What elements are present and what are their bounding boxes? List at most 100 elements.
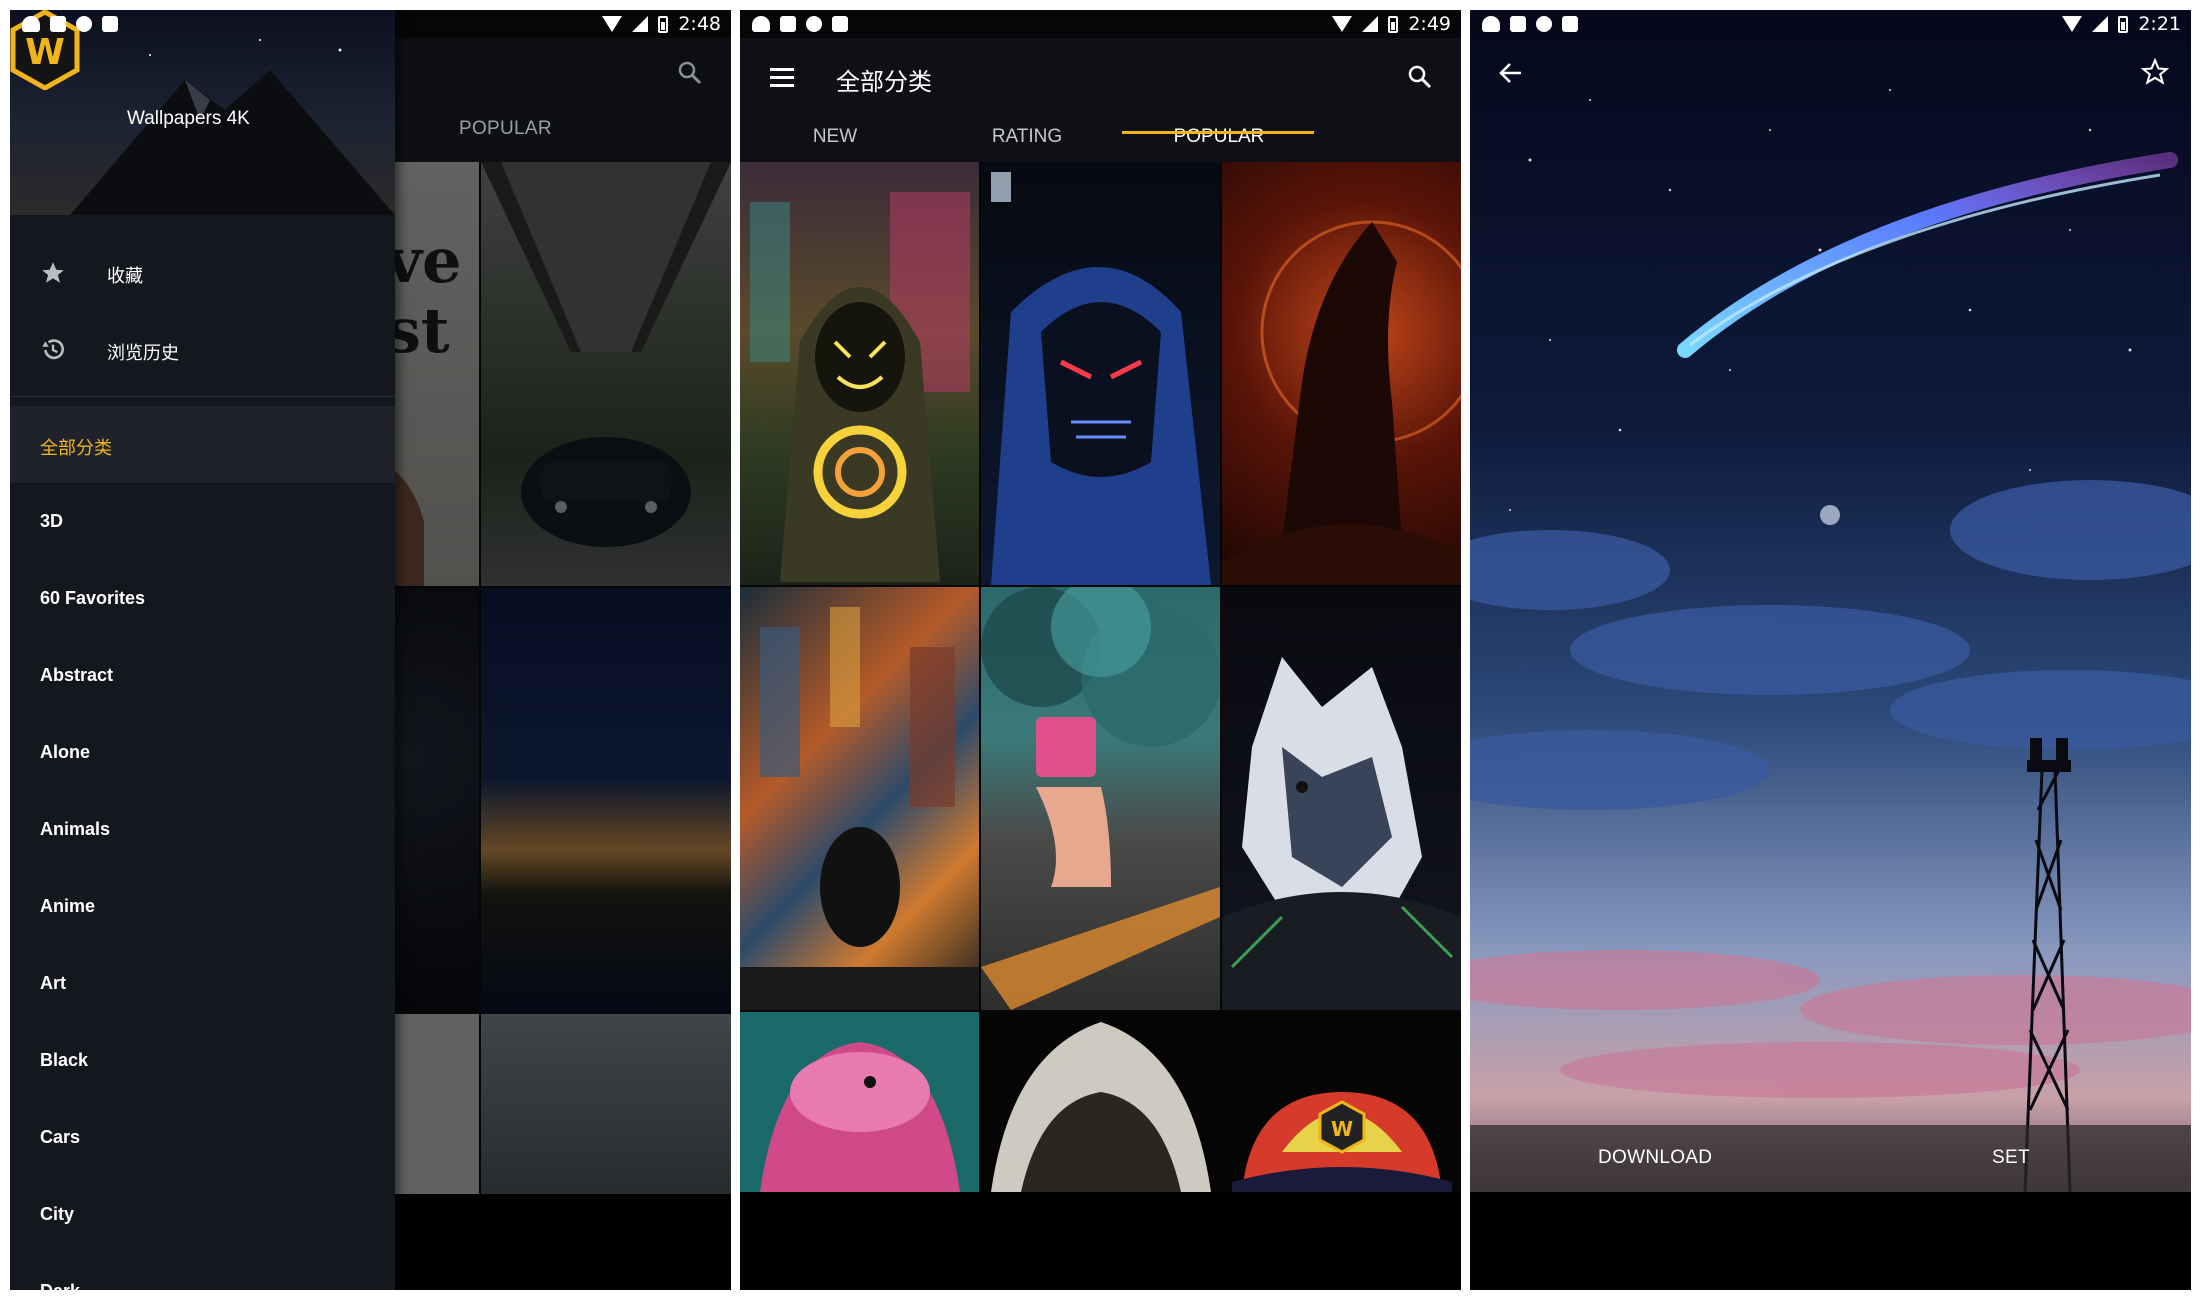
menu-item-label: 收藏 (107, 266, 143, 287)
phone-drawer-screen: 2:48 POPULAR ve st (10, 10, 731, 1290)
wallpaper-tile[interactable] (981, 1012, 1220, 1192)
wallpaper-grid: W (740, 162, 1461, 1192)
category-art[interactable]: Art (10, 945, 395, 1022)
app-bar: 全部分类 NEW RATING POPULAR (740, 38, 1461, 162)
category-3d[interactable]: 3D (10, 483, 395, 560)
battery-icon (658, 15, 669, 33)
menu-item-favorites[interactable]: 收藏 (10, 234, 395, 311)
category-abstract[interactable]: Abstract (10, 637, 395, 714)
status-bar: 2:48 (10, 10, 731, 38)
phone-grid-screen: 2:49 全部分类 NEW RATING POPULAR W (740, 10, 1461, 1290)
svg-text:W: W (25, 32, 65, 73)
wallpaper-tile[interactable] (981, 162, 1220, 585)
category-label: Alone (40, 742, 91, 762)
star-icon (42, 262, 64, 283)
download-icon (1562, 16, 1578, 32)
category-dark[interactable]: Dark (10, 1253, 395, 1290)
action-bar: DOWNLOAD SET (1470, 1125, 2191, 1192)
lake-wallpaper-tile[interactable] (481, 588, 731, 1012)
phone-detail-screen: 2:21 DOWNLOAD SET (1470, 10, 2191, 1290)
menu-item-history[interactable]: 浏览历史 (10, 311, 395, 388)
search-icon[interactable] (677, 60, 703, 86)
category-all[interactable]: 全部分类 (10, 406, 395, 483)
image-icon (50, 16, 66, 32)
image-icon (780, 16, 796, 32)
category-label: Abstract (40, 665, 114, 685)
drawer-divider (10, 396, 395, 397)
category-label: Cars (40, 1127, 81, 1147)
battery-icon (1388, 15, 1399, 33)
wallpaper-tile[interactable] (1222, 162, 1461, 585)
wallpaper-tile[interactable] (740, 162, 979, 585)
navigation-drawer: W Wallpapers 4K 收藏 浏览历史 全部分类 3D 60 Favor… (10, 10, 395, 1290)
status-time: 2:49 (1408, 13, 1451, 35)
android-icon (752, 16, 770, 32)
category-label: 全部分类 (40, 438, 112, 459)
category-label: Art (40, 973, 66, 993)
category-label: Dark (40, 1281, 80, 1290)
wallpaper-tile[interactable] (981, 587, 1220, 1010)
category-label: 60 Favorites (40, 588, 146, 608)
status-time: 2:48 (678, 13, 721, 35)
category-60-favorites[interactable]: 60 Favorites (10, 560, 395, 637)
tab-indicator (1122, 131, 1314, 134)
tab-new[interactable]: NEW (740, 118, 930, 162)
notification-icon (1536, 16, 1552, 32)
wallpaper-tile[interactable]: W (1222, 1012, 1461, 1192)
category-label: Anime (40, 896, 96, 916)
category-black[interactable]: Black (10, 1022, 395, 1099)
app-title: Wallpapers 4K (127, 108, 250, 129)
stars-wallpaper-tile[interactable] (384, 588, 479, 1012)
status-bar: 2:21 (1470, 10, 2191, 38)
bike-wallpaper-tile[interactable] (384, 1014, 479, 1194)
favorite-star-icon[interactable] (2141, 58, 2169, 86)
search-icon[interactable] (1407, 64, 1433, 90)
wifi-icon (2062, 16, 2083, 32)
category-label: City (40, 1204, 75, 1224)
tab-bar: NEW RATING POPULAR (740, 118, 1461, 162)
menu-icon[interactable] (770, 68, 794, 88)
back-arrow-icon[interactable] (1498, 60, 1524, 86)
behind-appbar: POPULAR (384, 38, 731, 162)
category-alone[interactable]: Alone (10, 714, 395, 791)
wifi-icon (1332, 16, 1353, 32)
notification-icon (76, 16, 92, 32)
category-anime[interactable]: Anime (10, 868, 395, 945)
signal-icon (632, 16, 649, 32)
wallpaper-tile[interactable] (740, 1012, 979, 1192)
download-button[interactable]: DOWNLOAD (1598, 1147, 1712, 1169)
signal-icon (2092, 16, 2109, 32)
tab-rating[interactable]: RATING (932, 118, 1122, 162)
category-cars[interactable]: Cars (10, 1099, 395, 1176)
menu-item-label: 浏览历史 (107, 343, 179, 364)
signal-icon (1362, 16, 1379, 32)
car-wallpaper-tile[interactable] (481, 162, 731, 586)
background-grid: POPULAR ve st (384, 38, 731, 1290)
android-icon (22, 16, 40, 32)
category-animals[interactable]: Animals (10, 791, 395, 868)
screen-title: 全部分类 (836, 68, 932, 96)
image-icon (1510, 16, 1526, 32)
svg-text:W: W (1331, 1117, 1353, 1141)
empty-area (1470, 1192, 2191, 1290)
category-label: Black (40, 1050, 89, 1070)
drawer-header: W Wallpapers 4K (10, 10, 395, 215)
sky-wallpaper-tile[interactable] (481, 1014, 731, 1194)
wallpaper-tile[interactable] (1222, 587, 1461, 1010)
empty-area (384, 1194, 731, 1290)
category-label: Animals (40, 819, 111, 839)
category-label: 3D (40, 511, 64, 531)
empty-area (740, 1192, 1461, 1290)
tab-popular[interactable]: POPULAR (459, 118, 552, 140)
status-time: 2:21 (2138, 13, 2181, 35)
category-city[interactable]: City (10, 1176, 395, 1253)
android-icon (1482, 16, 1500, 32)
tab-popular[interactable]: POPULAR (1124, 118, 1314, 162)
wifi-icon (602, 16, 623, 32)
status-bar: 2:49 (740, 10, 1461, 38)
download-icon (102, 16, 118, 32)
tshirt-wallpaper-tile[interactable]: ve st (384, 162, 479, 586)
set-wallpaper-button[interactable]: SET (1992, 1147, 2030, 1169)
wallpaper-tile[interactable] (740, 587, 979, 1010)
screenshot-collage: 2:48 POPULAR ve st (0, 0, 2200, 1300)
